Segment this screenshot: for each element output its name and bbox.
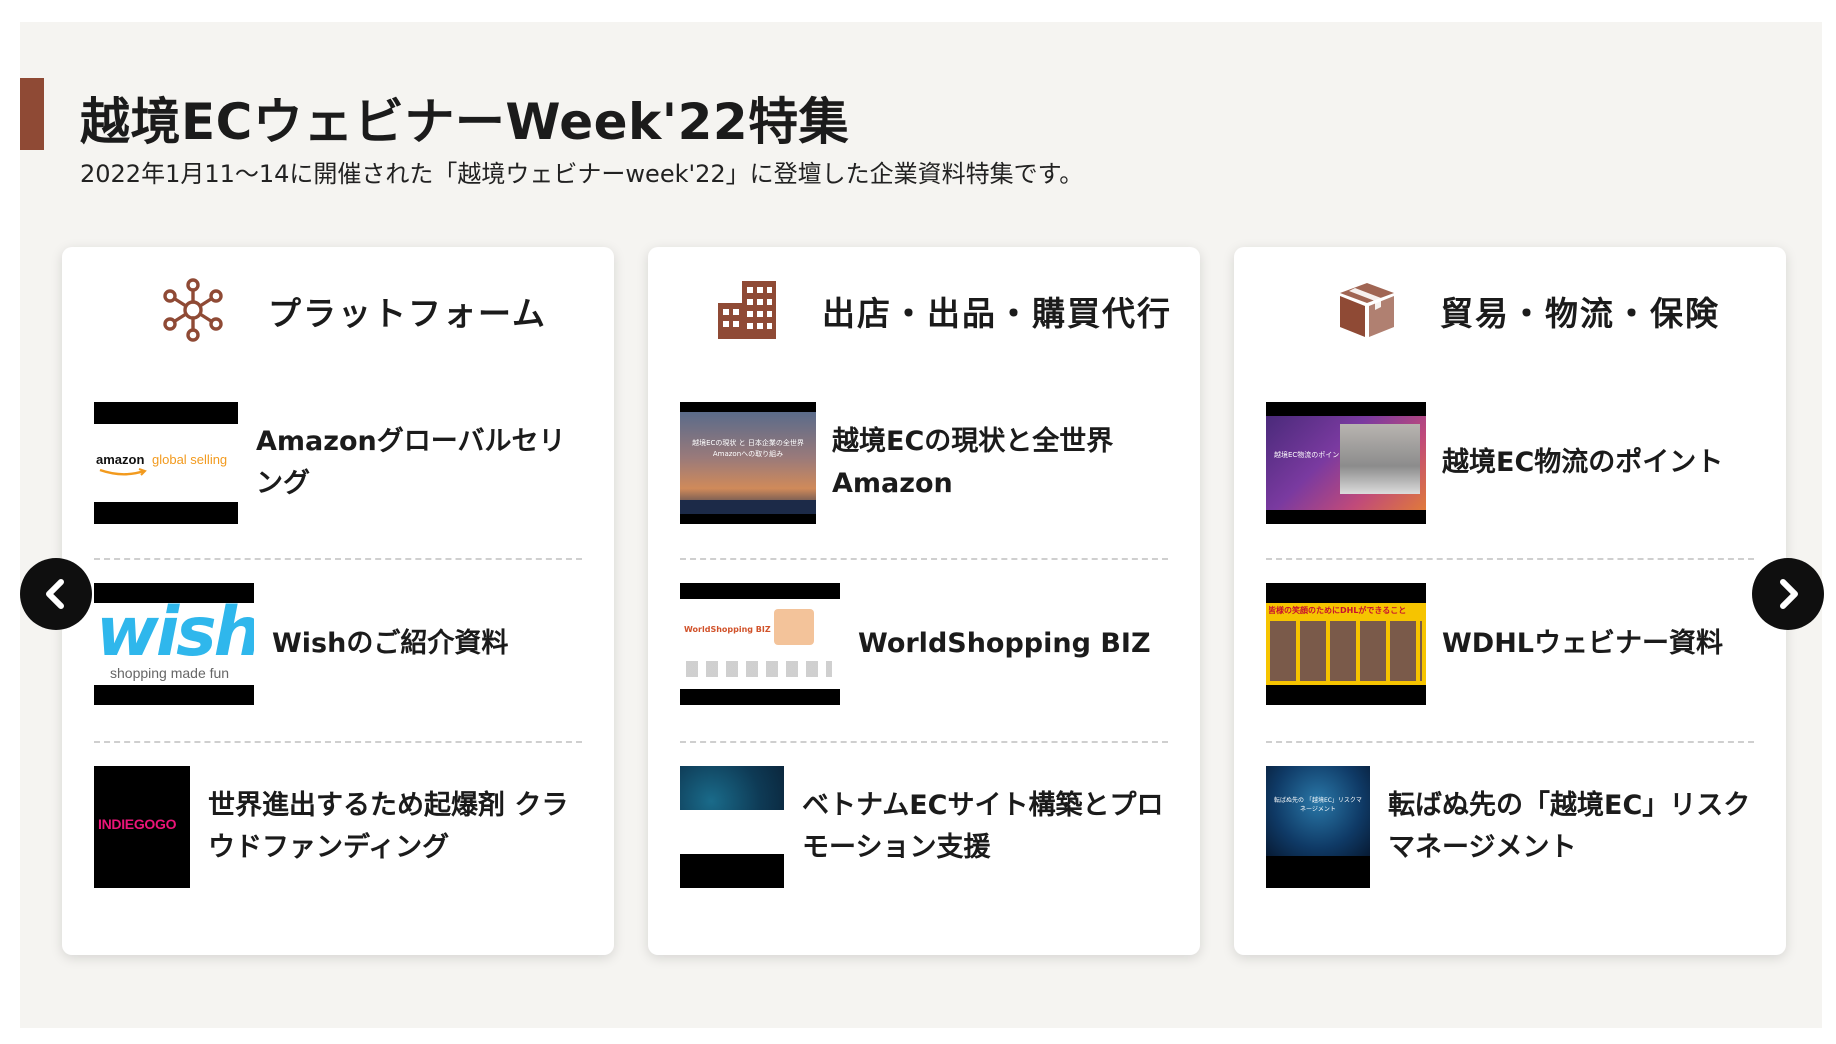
resource-title: WDHLウェビナー資料	[1442, 628, 1723, 659]
category-card-platform: プラットフォーム amazon global selling Amazonグロー…	[62, 247, 614, 955]
network-nodes-icon	[163, 278, 223, 342]
thumbnail-brand: wish	[96, 593, 254, 672]
category-header: 貿易・物流・保険	[1234, 277, 1786, 343]
resource-thumbnail: WorldShopping BIZ	[680, 583, 840, 705]
package-box-icon	[1340, 283, 1394, 337]
resource-thumbnail: wish shopping made fun	[94, 583, 254, 705]
resource-thumbnail	[680, 766, 784, 888]
category-title: 貿易・物流・保険	[1440, 294, 1720, 333]
thumbnail-brand: amazon	[96, 452, 145, 467]
resource-item-dhl-webinar[interactable]: 皆様の笑顔のためにDHLができること WDHLウェビナー資料	[1266, 583, 1754, 705]
thumbnail-text: 越境ECの現状 と 日本企業の全世界Amazonへの取り組み	[692, 439, 804, 458]
heading-accent-bar	[20, 78, 44, 150]
carousel-next-button[interactable]	[1752, 558, 1824, 630]
category-header: 出店・出品・購買代行	[648, 277, 1200, 343]
thumbnail-brand-accent: global selling	[152, 452, 228, 467]
thumbnail-content-panel	[680, 810, 784, 854]
resource-title: WorldShopping BIZ	[858, 628, 1151, 659]
category-card-store-proxy: 出店・出品・購買代行 越境ECの現状 と 日本企業の全世界Amazonへの取り組…	[648, 247, 1200, 955]
resource-item-amazon-global-selling[interactable]: amazon global selling Amazonグローバルセリング	[94, 402, 582, 524]
category-title: 出店・出品・購買代行	[822, 294, 1172, 333]
category-title: プラットフォーム	[268, 294, 548, 333]
resource-item-wish[interactable]: wish shopping made fun Wishのご紹介資料	[94, 583, 582, 705]
resource-item-vietnam-ec[interactable]: ベトナムECサイト構築とプロモーション支援	[680, 766, 1168, 888]
resource-item-indiegogo[interactable]: INDIEGOGO 世界進出するため起爆剤 クラウドファンディング	[94, 766, 582, 888]
resource-thumbnail: 越境EC物流のポイント	[1266, 402, 1426, 524]
resource-title: Amazonグローバルセリング	[256, 426, 566, 499]
item-divider	[1266, 741, 1754, 743]
resource-title: 世界進出するため起爆剤 クラウドファンディング	[208, 790, 569, 863]
thumbnail-text: 越境EC物流のポイント	[1274, 451, 1347, 459]
resource-title: 越境EC物流のポイント	[1442, 447, 1724, 478]
thumbnail-logo-row	[686, 661, 832, 677]
resource-thumbnail: 転ばぬ先の 「越境EC」リスクマネージメント	[1266, 766, 1370, 888]
category-card-trade-logistics: 貿易・物流・保険 越境EC物流のポイント 越境EC物流のポイント 皆様の笑顔のた…	[1234, 247, 1786, 955]
thumbnail-footer-band	[680, 500, 816, 514]
chevron-left-icon	[46, 579, 64, 609]
resource-title: 越境ECの現状と全世界Amazon	[832, 426, 1114, 499]
thumbnail-text: 転ばぬ先の 「越境EC」リスクマネージメント	[1274, 797, 1362, 813]
resource-item-risk-management[interactable]: 転ばぬ先の 「越境EC」リスクマネージメント 転ばぬ先の「越境EC」リスクマネー…	[1266, 766, 1754, 888]
item-divider	[680, 741, 1168, 743]
thumbnail-illustration	[774, 609, 814, 645]
resource-title: Wishのご紹介資料	[272, 628, 509, 659]
resource-item-worldshopping-biz[interactable]: WorldShopping BIZ WorldShopping BIZ	[680, 583, 1168, 705]
amazon-smile-icon	[99, 468, 147, 476]
carousel-prev-button[interactable]	[20, 558, 92, 630]
thumbnail-text: WorldShopping BIZ	[684, 625, 771, 634]
thumbnail-photo-grid	[1270, 621, 1422, 681]
resource-thumbnail: 越境ECの現状 と 日本企業の全世界Amazonへの取り組み	[680, 402, 816, 524]
section-title: 越境ECウェビナーWeek'22特集	[80, 93, 850, 151]
item-divider	[1266, 558, 1754, 560]
item-divider	[94, 558, 582, 560]
thumbnail-photo	[1340, 424, 1420, 494]
resource-title: ベトナムECサイト構築とプロモーション支援	[802, 790, 1164, 863]
resource-thumbnail: 皆様の笑顔のためにDHLができること	[1266, 583, 1426, 705]
category-header: プラットフォーム	[62, 277, 614, 343]
building-icon	[718, 281, 776, 339]
item-divider	[94, 741, 582, 743]
thumbnail-brand: INDIEGOGO	[98, 816, 177, 832]
chevron-right-icon	[1780, 579, 1798, 609]
thumbnail-text: 皆様の笑顔のためにDHLができること	[1268, 606, 1407, 615]
section-subtitle: 2022年1月11〜14に開催された「越境ウェビナーweek'22」に登壇した企…	[80, 160, 1084, 188]
resource-title: 転ばぬ先の「越境EC」リスクマネージメント	[1388, 790, 1751, 863]
resource-item-amazon-cross-border[interactable]: 越境ECの現状 と 日本企業の全世界Amazonへの取り組み 越境ECの現状と全…	[680, 402, 1168, 524]
thumbnail-tagline: shopping made fun	[110, 665, 230, 681]
resource-thumbnail: amazon global selling	[94, 402, 238, 524]
item-divider	[680, 558, 1168, 560]
resource-thumbnail: INDIEGOGO	[94, 766, 190, 888]
resource-item-logistics-points[interactable]: 越境EC物流のポイント 越境EC物流のポイント	[1266, 402, 1754, 524]
